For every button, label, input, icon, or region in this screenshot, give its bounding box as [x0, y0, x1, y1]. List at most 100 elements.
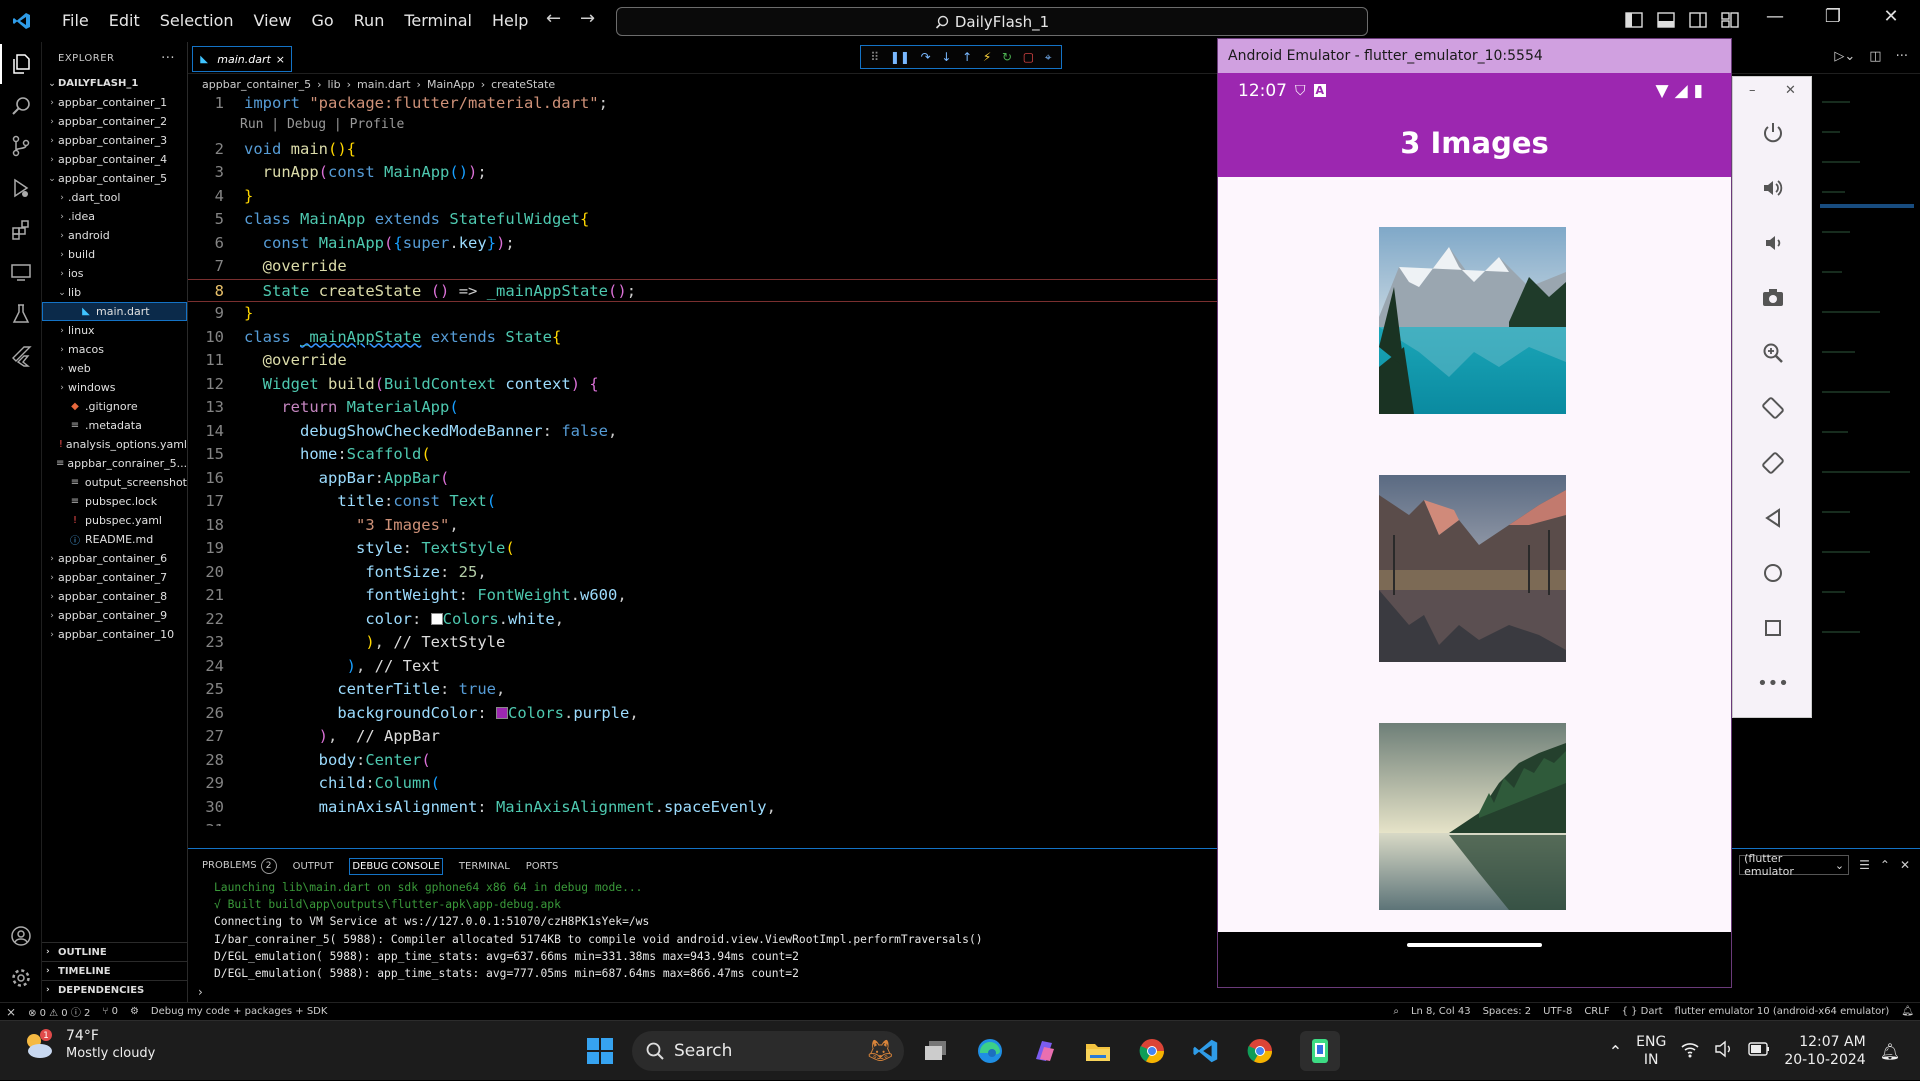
menu-go[interactable]: Go [301, 0, 343, 42]
code-line[interactable]: 13 return MaterialApp( [188, 396, 1218, 419]
restart-icon[interactable]: ↻ [1002, 50, 1012, 64]
split-editor-icon[interactable]: ◫ [1869, 49, 1881, 64]
file-explorer-icon[interactable] [1078, 1031, 1118, 1071]
console-input-prompt[interactable]: › [198, 985, 203, 999]
tree-item[interactable]: ! analysis_options.yaml [42, 435, 187, 454]
step-out-icon[interactable]: ↑ [962, 50, 972, 64]
indentation[interactable]: Spaces: 2 [1477, 1006, 1538, 1017]
menu-terminal[interactable]: Terminal [394, 0, 482, 42]
breadcrumb-folder[interactable]: appbar_container_5 [202, 78, 311, 91]
search-icon[interactable] [0, 86, 42, 126]
tab-output[interactable]: OUTPUT [293, 861, 334, 872]
run-dropdown-icon[interactable]: ▷⌄ [1834, 49, 1855, 64]
toggle-panel-icon[interactable] [1656, 10, 1676, 30]
tab-close-icon[interactable]: × [276, 53, 285, 66]
debug-mode-icon[interactable]: ⚙ [124, 1006, 145, 1017]
breadcrumb-lib[interactable]: lib [327, 78, 340, 91]
tree-item[interactable]: ≡ .metadata [42, 416, 187, 435]
tab-main-dart[interactable]: ◣ main.dart × [192, 46, 292, 72]
tree-item[interactable]: › appbar_container_6 [42, 549, 187, 568]
remote-explorer-icon[interactable] [0, 252, 42, 292]
clear-console-icon[interactable]: ☰ [1859, 858, 1870, 872]
accounts-icon[interactable] [0, 916, 42, 956]
chrome-icon[interactable] [1132, 1031, 1172, 1071]
flutter-device[interactable]: flutter emulator 10 (android-x64 emulato… [1669, 1006, 1896, 1017]
tree-item[interactable]: ⌄ lib [42, 283, 187, 302]
back-triangle-icon[interactable] [1753, 498, 1793, 538]
menu-view[interactable]: View [244, 0, 302, 42]
code-line[interactable]: 25 centerTitle: true, [188, 678, 1218, 701]
tree-item[interactable]: › appbar_container_2 [42, 112, 187, 131]
step-into-icon[interactable]: ↓ [941, 50, 951, 64]
menu-help[interactable]: Help [482, 0, 538, 42]
tab-problems[interactable]: PROBLEMS 2 [202, 858, 277, 874]
language-indicator[interactable]: ENG IN [1636, 1033, 1666, 1069]
menu-selection[interactable]: Selection [150, 0, 244, 42]
weather-widget[interactable]: 1 74°F Mostly cloudy [20, 1027, 155, 1063]
tree-item[interactable]: ≡ pubspec.lock [42, 492, 187, 511]
flutter-icon[interactable] [0, 336, 42, 376]
emu-close-icon[interactable]: ✕ [1785, 83, 1796, 98]
tree-item[interactable]: › appbar_container_1 [42, 93, 187, 112]
menu-file[interactable]: File [52, 0, 99, 42]
code-line[interactable]: 5 class MainApp extends StatefulWidget{ [188, 208, 1218, 231]
clock[interactable]: 12:07 AM 20-10-2024 [1784, 1033, 1865, 1069]
tab-ports[interactable]: PORTS [526, 861, 559, 872]
tree-item[interactable]: ⓘ README.md [42, 530, 187, 549]
code-line[interactable]: 12 Widget build(BuildContext context) { [188, 373, 1218, 396]
power-icon[interactable] [1753, 113, 1793, 153]
tree-item[interactable]: › build [42, 245, 187, 264]
notification-bell-icon[interactable]: 🔔︎ [1880, 1042, 1900, 1061]
start-windows-icon[interactable] [580, 1031, 620, 1071]
code-line[interactable]: 31 [188, 819, 1218, 826]
notifications-bell-icon[interactable]: 🔔︎ [1895, 1006, 1920, 1017]
copilot-icon[interactable] [1024, 1031, 1064, 1071]
line-endings[interactable]: CRLF [1578, 1006, 1615, 1017]
tree-item[interactable]: ! pubspec.yaml [42, 511, 187, 530]
code-line[interactable]: 30 mainAxisAlignment: MainAxisAlignment.… [188, 796, 1218, 819]
vscode-taskbar-icon[interactable] [1186, 1031, 1226, 1071]
chrome-profile-icon[interactable] [1240, 1031, 1280, 1071]
code-line[interactable]: 9} [188, 302, 1218, 325]
task-view-icon[interactable] [916, 1031, 956, 1071]
code-editor[interactable]: 1 import "package:flutter/material.dart";… [188, 92, 1218, 826]
tree-item[interactable]: › macos [42, 340, 187, 359]
tree-item[interactable]: › windows [42, 378, 187, 397]
editor-more-icon[interactable]: ··· [1896, 49, 1908, 64]
code-line[interactable]: 19 style: TextStyle( [188, 537, 1218, 560]
back-arrow-icon[interactable]: ← [546, 8, 561, 29]
code-line[interactable]: 7 @override [188, 255, 1218, 278]
camera-icon[interactable] [1753, 278, 1793, 318]
tree-item[interactable]: ◣ main.dart [42, 302, 187, 321]
tab-terminal[interactable]: TERMINAL [459, 861, 510, 872]
battery-icon[interactable] [1748, 1042, 1770, 1060]
workspace-root[interactable]: ⌄ DAILYFLASH_1 [42, 74, 187, 93]
settings-gear-icon[interactable] [0, 958, 42, 998]
extensions-icon[interactable] [0, 210, 42, 250]
edge-browser-icon[interactable] [970, 1031, 1010, 1071]
drag-handle-icon[interactable]: ⠿ [870, 50, 879, 64]
volume-up-icon[interactable] [1753, 168, 1793, 208]
code-line[interactable]: 14 debugShowCheckedModeBanner: false, [188, 420, 1218, 443]
outline-section[interactable]: › OUTLINE [42, 942, 188, 961]
emu-minimize-icon[interactable]: – [1749, 83, 1756, 98]
tree-item[interactable]: ≡ output_screenshot [42, 473, 187, 492]
code-line[interactable]: 26 backgroundColor: Colors.purple, [188, 702, 1218, 725]
restore-window-button[interactable]: ❐ [1818, 6, 1848, 27]
tree-item[interactable]: › appbar_container_10 [42, 625, 187, 644]
home-gesture-handle[interactable] [1407, 943, 1542, 947]
tree-item[interactable]: › ios [42, 264, 187, 283]
menu-run[interactable]: Run [344, 0, 395, 42]
code-line[interactable]: 1 import "package:flutter/material.dart"; [188, 92, 1218, 115]
breadcrumb-class[interactable]: MainApp [427, 78, 475, 91]
tree-item[interactable]: ⌄ appbar_container_5 [42, 169, 187, 188]
tray-overflow-chevron-icon[interactable]: ⌃ [1609, 1042, 1622, 1061]
code-line[interactable]: 21 fontWeight: FontWeight.w600, [188, 584, 1218, 607]
tree-item[interactable]: ◆ .gitignore [42, 397, 187, 416]
tree-item[interactable]: › appbar_container_8 [42, 587, 187, 606]
code-line[interactable]: 2 void main(){ [188, 138, 1218, 161]
menu-edit[interactable]: Edit [99, 0, 150, 42]
tree-item[interactable]: › android [42, 226, 187, 245]
overview-square-icon[interactable] [1753, 608, 1793, 648]
debug-session-select[interactable]: (flutter emulator ⌄ [1739, 852, 1850, 878]
